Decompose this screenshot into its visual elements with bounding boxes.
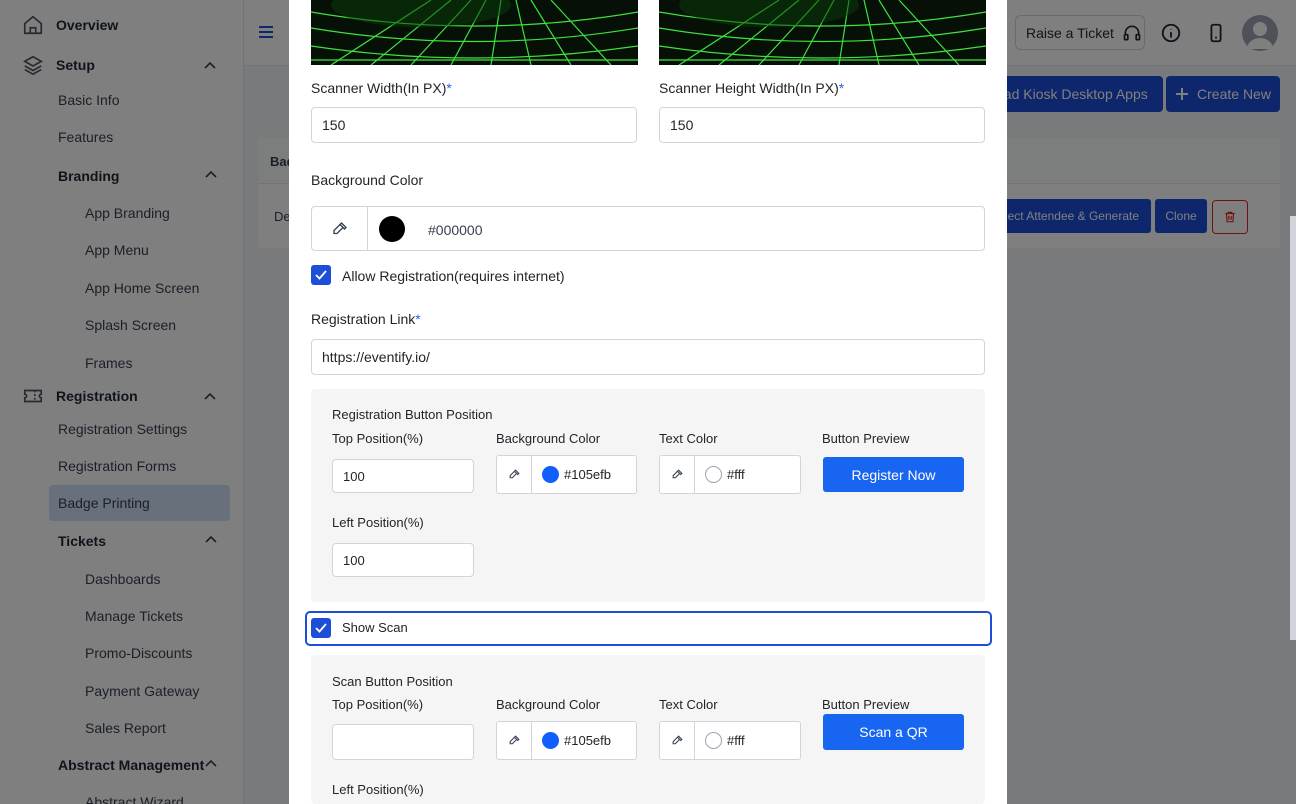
top-position-label: Top Position(%) [332, 697, 424, 712]
button-preview-label: Button Preview [822, 697, 910, 712]
color-swatch[interactable] [379, 216, 405, 242]
scanner-width-input[interactable]: 150 [311, 107, 637, 143]
registration-bg-color-field[interactable]: #105efb [496, 455, 637, 494]
color-value: #fff [727, 733, 745, 748]
preview-button-label: Register Now [851, 466, 936, 483]
bg-color-label: Background Color [496, 431, 601, 446]
bg-color-label: Background Color [496, 697, 601, 712]
scan-text-color-field[interactable]: #fff [659, 721, 801, 760]
text-color-label: Text Color [659, 431, 718, 446]
background-color-label: Background Color [311, 172, 424, 188]
scanner-height-label: Scanner Height Width(In PX)* [659, 80, 845, 96]
input-value: 100 [343, 468, 365, 484]
registration-link-label: Registration Link* [311, 311, 421, 327]
color-value: #105efb [564, 467, 611, 482]
color-value: #105efb [564, 733, 611, 748]
eyedropper-button[interactable] [660, 456, 695, 493]
panel-title: Scan Button Position [332, 674, 453, 689]
eyedropper-icon [672, 735, 683, 745]
show-scan-checkbox[interactable] [311, 618, 331, 638]
input-value: 100 [343, 552, 365, 568]
scanner-height-input[interactable]: 150 [659, 107, 985, 143]
top-position-label: Top Position(%) [332, 431, 424, 446]
color-value: #000000 [428, 222, 483, 238]
show-scan-label: Show Scan [342, 620, 408, 635]
left-position-label: Left Position(%) [332, 782, 424, 797]
color-swatch[interactable] [705, 466, 722, 483]
left-position-label: Left Position(%) [332, 515, 424, 530]
preview-button-label: Scan a QR [859, 724, 928, 740]
allow-registration-checkbox[interactable] [311, 265, 331, 285]
background-color-field[interactable]: #000000 [311, 206, 985, 251]
input-value: https://eventify.io/ [322, 349, 430, 365]
color-swatch[interactable] [542, 732, 559, 749]
eyedropper-icon [332, 221, 347, 234]
registration-link-input[interactable]: https://eventify.io/ [311, 339, 985, 375]
register-now-preview-button[interactable]: Register Now [823, 457, 964, 492]
registration-top-position-input[interactable]: 100 [332, 459, 474, 493]
scanner-preview-image [311, 0, 638, 65]
eyedropper-button[interactable] [312, 207, 368, 250]
input-value: 150 [670, 117, 694, 133]
panel-title: Registration Button Position [332, 407, 493, 422]
color-swatch[interactable] [705, 732, 722, 749]
eyedropper-icon [509, 469, 520, 479]
input-value: 150 [322, 117, 346, 133]
eyedropper-button[interactable] [497, 456, 532, 493]
scan-top-position-input[interactable] [332, 724, 474, 760]
color-value: #fff [727, 467, 745, 482]
check-icon [315, 623, 327, 633]
scanner-preview-image [659, 0, 986, 65]
scanner-width-label: Scanner Width(In PX)* [311, 80, 452, 96]
eyedropper-button[interactable] [497, 722, 532, 759]
button-preview-label: Button Preview [822, 431, 910, 446]
text-color-label: Text Color [659, 697, 718, 712]
scan-bg-color-field[interactable]: #105efb [496, 721, 637, 760]
eyedropper-button[interactable] [660, 722, 695, 759]
color-swatch[interactable] [542, 466, 559, 483]
eyedropper-icon [509, 735, 520, 745]
allow-registration-label: Allow Registration(requires internet) [342, 268, 565, 284]
registration-text-color-field[interactable]: #fff [659, 455, 801, 494]
scrollbar[interactable] [1290, 216, 1296, 640]
check-icon [315, 270, 327, 280]
scan-qr-preview-button[interactable]: Scan a QR [823, 714, 964, 750]
show-scan-row[interactable] [305, 611, 992, 646]
registration-left-position-input[interactable]: 100 [332, 543, 474, 577]
eyedropper-icon [672, 469, 683, 479]
